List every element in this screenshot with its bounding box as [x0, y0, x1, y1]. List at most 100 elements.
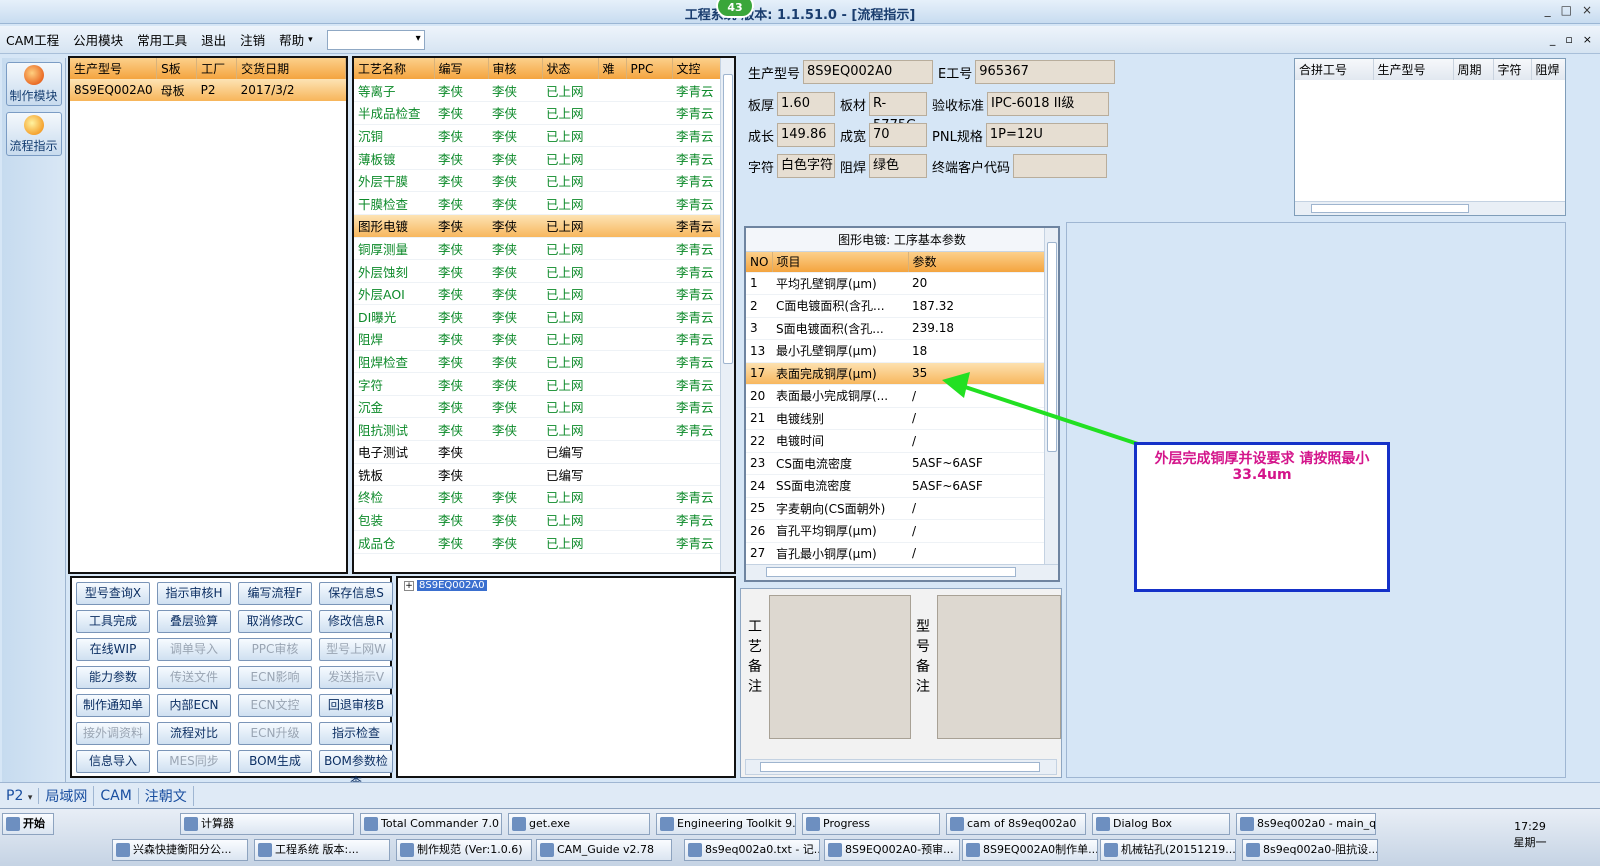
- process-scroll-thumb[interactable]: [723, 74, 733, 364]
- mdi-close-button[interactable]: ×: [1583, 33, 1592, 46]
- action-button[interactable]: 制作通知单: [76, 694, 150, 717]
- pnl-field[interactable]: 1P=12U: [985, 123, 1108, 147]
- table-row[interactable]: 电子测试 李侠 已编写: [354, 440, 722, 464]
- status-tab-cam[interactable]: CAM: [94, 787, 139, 804]
- mdi-minimize-button[interactable]: _: [1550, 33, 1556, 46]
- col-reviewer[interactable]: 审核: [488, 58, 543, 79]
- menu-overflow-icon[interactable]: ▾: [308, 35, 313, 45]
- taskbar-item[interactable]: cam of 8s9eq002a0: [946, 813, 1086, 835]
- action-button[interactable]: ECN影响: [238, 666, 312, 689]
- action-button[interactable]: ECN文控: [238, 694, 312, 717]
- table-row[interactable]: 25 字麦朝向(CS面朝外) /: [746, 497, 1044, 520]
- maximize-button[interactable]: □: [1561, 3, 1572, 17]
- taskbar-item[interactable]: 8S9EQ002A0制作单...: [962, 839, 1098, 861]
- table-row[interactable]: 沉金 李侠 李侠 已上网 李青云: [354, 395, 722, 419]
- table-row[interactable]: 外层AOI 李侠 李侠 已上网 李青云: [354, 282, 722, 306]
- legend-field[interactable]: 白色字符: [777, 154, 836, 178]
- taskbar-item[interactable]: 制作规范 (Ver:1.0.6): [396, 839, 532, 861]
- taskbar-item[interactable]: Engineering Toolkit 9....: [656, 813, 796, 835]
- start-button[interactable]: 开始: [2, 813, 54, 835]
- params-hscrollbar[interactable]: [746, 564, 1058, 580]
- table-row[interactable]: 8S9EQ002A0 母板 P2 2017/3/2: [70, 79, 346, 101]
- table-row[interactable]: 2 C面电镀面积(含孔... 187.32: [746, 294, 1044, 318]
- table-row[interactable]: 终检 李侠 李侠 已上网 李青云: [354, 485, 722, 509]
- taskbar-item[interactable]: 兴森快捷衡阳分公...: [112, 839, 248, 861]
- col-author[interactable]: 编写: [434, 58, 489, 79]
- col-delivery[interactable]: 交货日期: [236, 58, 346, 79]
- col-combine-no[interactable]: 合拼工号: [1295, 59, 1374, 80]
- taskbar-item[interactable]: 计算器: [180, 813, 354, 835]
- action-button[interactable]: 发送指示V: [319, 666, 393, 689]
- table-row[interactable]: 成品仓 李侠 李侠 已上网 李青云: [354, 530, 722, 554]
- table-row[interactable]: 外层蚀刻 李侠 李侠 已上网 李青云: [354, 259, 722, 283]
- action-button[interactable]: 保存信息S: [319, 582, 393, 605]
- col-process[interactable]: 工艺名称: [354, 58, 435, 79]
- table-row[interactable]: 阻抗测试 李侠 李侠 已上网 李青云: [354, 417, 722, 441]
- table-row[interactable]: 13 最小孔壁铜厚(μm) 18: [746, 339, 1044, 363]
- plant-selector[interactable]: P2 ▾: [0, 787, 40, 804]
- action-button[interactable]: BOM生成: [238, 750, 312, 773]
- menu-tools[interactable]: 常用工具: [137, 30, 187, 49]
- col-plant[interactable]: 工厂: [196, 58, 238, 79]
- table-row[interactable]: 阻焊 李侠 李侠 已上网 李青云: [354, 327, 722, 351]
- combine-hscrollbar[interactable]: [1295, 201, 1565, 215]
- col-ppc[interactable]: PPC: [626, 58, 673, 79]
- action-button[interactable]: 型号查询X: [76, 582, 150, 605]
- col-doc-control[interactable]: 文控: [672, 58, 723, 79]
- params-hscroll-thumb[interactable]: [766, 567, 1016, 577]
- action-button[interactable]: 回退审核B: [319, 694, 393, 717]
- material-field[interactable]: R-5775G: [869, 92, 928, 133]
- taskbar-item[interactable]: 机械钻孔(20151219...: [1100, 839, 1236, 861]
- minimize-button[interactable]: _: [1545, 3, 1551, 17]
- action-button[interactable]: 指示审核H: [157, 582, 231, 605]
- table-row[interactable]: DI曝光 李侠 李侠 已上网 李青云: [354, 304, 722, 329]
- taskbar-item[interactable]: 8s9eq002a0.txt - 记...: [684, 839, 820, 861]
- table-row[interactable]: 沉铜 李侠 李侠 已上网 李青云: [354, 124, 722, 148]
- flow-guide-button[interactable]: 流程指示: [5, 112, 62, 156]
- combine-hscroll-thumb[interactable]: [1311, 204, 1469, 213]
- col-sboard[interactable]: S板: [156, 58, 198, 79]
- table-row[interactable]: 干膜检查 李侠 李侠 已上网 李青云: [354, 191, 722, 216]
- taskbar-item[interactable]: 8s9eq002a0 - main_qa: [1236, 813, 1376, 835]
- action-button[interactable]: 型号上网W: [319, 638, 393, 661]
- action-button[interactable]: 能力参数: [76, 666, 150, 689]
- notification-badge[interactable]: 43: [716, 0, 754, 18]
- action-button[interactable]: 在线WIP: [76, 638, 150, 661]
- taskbar-item[interactable]: Dialog Box: [1092, 813, 1230, 835]
- status-tab-note[interactable]: 注朝文: [139, 785, 194, 806]
- col-status[interactable]: 状态: [542, 58, 599, 79]
- close-button[interactable]: ×: [1582, 3, 1592, 17]
- customer-code-field[interactable]: [1013, 154, 1108, 178]
- table-row[interactable]: 等离子 李侠 李侠 已上网 李青云: [354, 79, 722, 103]
- action-button[interactable]: 指示检查: [319, 722, 393, 745]
- action-button[interactable]: 工具完成: [76, 610, 150, 633]
- action-button[interactable]: MES同步: [157, 750, 231, 773]
- action-button[interactable]: 内部ECN: [157, 694, 231, 717]
- menu-exit[interactable]: 退出: [201, 30, 226, 49]
- table-row[interactable]: 27 盲孔最小铜厚(μm) /: [746, 542, 1044, 565]
- eno-field[interactable]: 965367: [975, 60, 1116, 84]
- table-row[interactable]: 图形电镀 李侠 李侠 已上网 李青云: [354, 214, 722, 238]
- col-combine-legend[interactable]: 字符: [1493, 59, 1532, 80]
- table-row[interactable]: 包装 李侠 李侠 已上网 李青云: [354, 508, 722, 532]
- table-row[interactable]: 1 平均孔壁铜厚(μm) 20: [746, 272, 1044, 295]
- table-row[interactable]: 薄板镀 李侠 李侠 已上网 李青云: [354, 146, 722, 170]
- table-row[interactable]: 24 SS面电流密度 5ASF~6ASF: [746, 474, 1044, 498]
- mdi-restore-button[interactable]: ▫: [1565, 33, 1572, 46]
- col-no[interactable]: NO: [746, 252, 773, 273]
- col-difficulty[interactable]: 难: [598, 58, 627, 79]
- table-row[interactable]: 阻焊检查 李侠 李侠 已上网 李青云: [354, 350, 722, 374]
- table-row[interactable]: 铣板 李侠 已编写: [354, 463, 722, 487]
- taskbar-item[interactable]: Progress: [802, 813, 940, 835]
- mask-field[interactable]: 绿色: [869, 154, 928, 178]
- table-row[interactable]: 外层干膜 李侠 李侠 已上网 李青云: [354, 169, 722, 193]
- menu-logout[interactable]: 注销: [240, 30, 265, 49]
- col-item[interactable]: 项目: [772, 252, 909, 273]
- taskbar-item[interactable]: 工程系统 版本:...: [254, 839, 390, 861]
- menu-combo[interactable]: [326, 29, 425, 50]
- table-row[interactable]: 26 盲孔平均铜厚(μm) /: [746, 519, 1044, 543]
- action-button[interactable]: PPC审核: [238, 638, 312, 661]
- taskbar-item[interactable]: 8S9EQ002A0-预审...: [824, 839, 960, 861]
- thickness-field[interactable]: 1.60: [777, 92, 836, 116]
- col-value[interactable]: 参数: [908, 252, 1045, 273]
